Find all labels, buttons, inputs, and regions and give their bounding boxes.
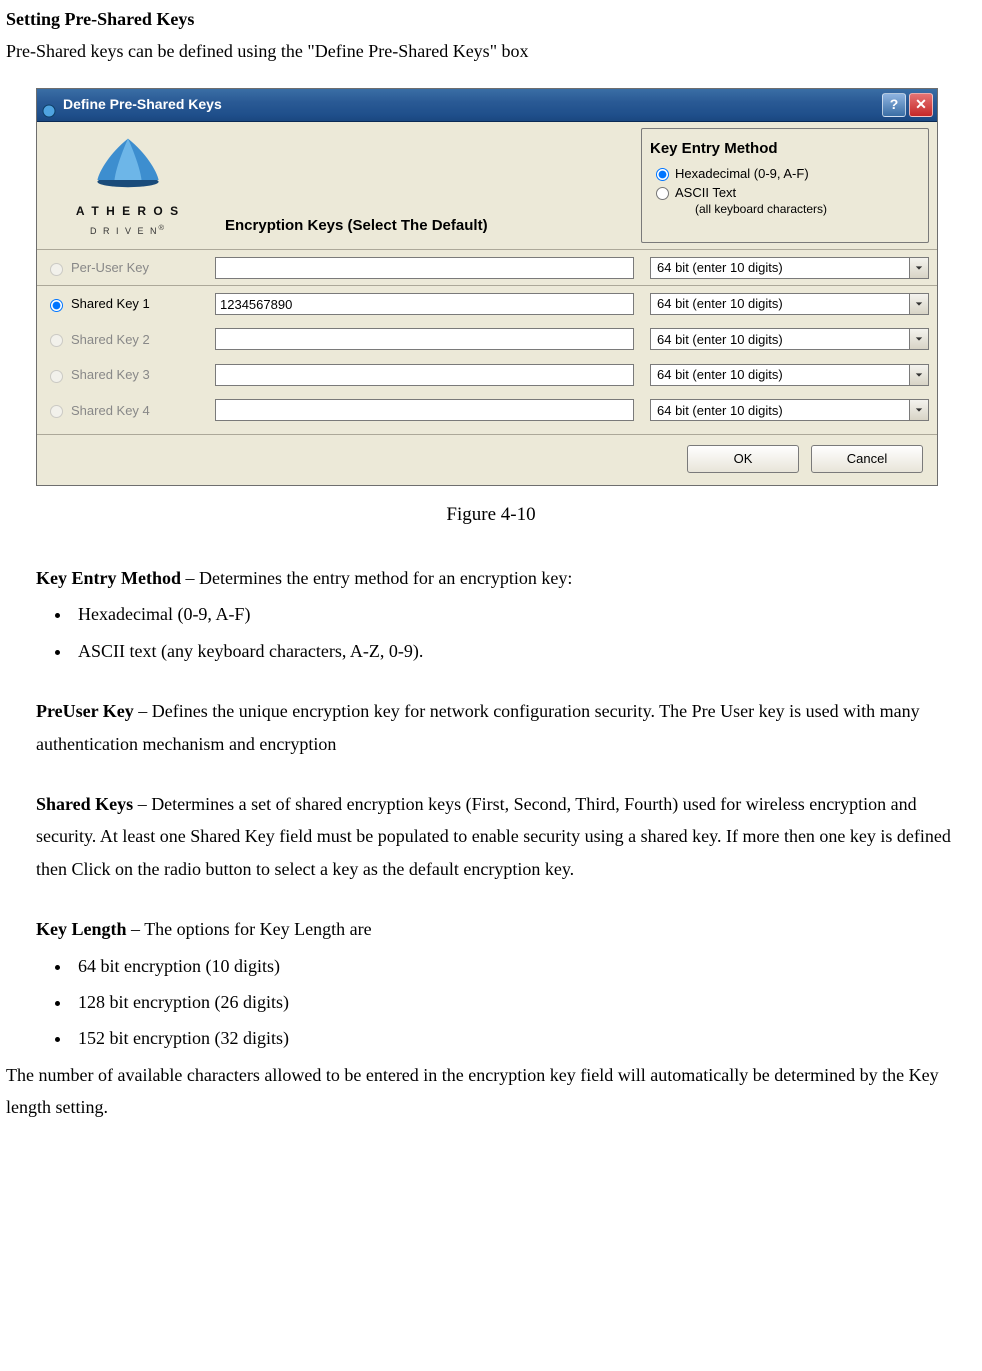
kem-section-label: Key Entry Method [36,568,181,588]
preuser-section-label: PreUser Key [36,701,134,721]
shared4-label-text: Shared Key 4 [71,399,150,422]
shared4-keylen-value: 64 bit (enter 10 digits) [657,399,783,422]
shared1-label-text: Shared Key 1 [71,292,150,315]
shared2-input[interactable] [215,328,634,350]
shared3-keylen-select[interactable]: 64 bit (enter 10 digits) [650,364,929,386]
radio-kem-hex[interactable] [656,168,669,181]
shared1-row-label: Shared Key 1 [37,286,207,321]
shared4-keylen-select[interactable]: 64 bit (enter 10 digits) [650,399,929,421]
radio-shared2 [50,334,63,347]
shared2-keylen-select[interactable]: 64 bit (enter 10 digits) [650,328,929,350]
logo-sub: D R I V E N® [43,221,213,239]
ok-button[interactable]: OK [687,445,799,473]
atheros-logo: A T H E R O S D R I V E N® [37,122,219,249]
radio-shared3 [50,370,63,383]
tail-note: The number of available characters allow… [6,1059,976,1124]
shared2-keylen-value: 64 bit (enter 10 digits) [657,328,783,351]
shared2-row-label: Shared Key 2 [37,322,207,357]
chevron-down-icon [909,258,928,278]
shared3-row-label: Shared Key 3 [37,357,207,392]
titlebar: Define Pre-Shared Keys ? ✕ [37,89,937,122]
app-icon [41,97,57,113]
intro-text: Pre-Shared keys can be defined using the… [6,35,976,67]
section-shared-keys: Shared Keys – Determines a set of shared… [36,788,976,885]
encryption-header: Encryption Keys (Select The Default) [225,212,488,243]
page-heading: Setting Pre-Shared Keys [6,8,976,31]
dialog-window: Define Pre-Shared Keys ? ✕ A T H E R O S… [36,88,938,486]
peruser-label-text: Per-User Key [71,256,149,279]
shared3-input[interactable] [215,364,634,386]
chevron-down-icon [909,294,928,314]
kem-title: Key Entry Method [650,135,920,162]
peruser-keylen-value: 64 bit (enter 10 digits) [657,256,783,279]
radio-shared4 [50,405,63,418]
shared3-label-text: Shared Key 3 [71,363,150,386]
list-item: Hexadecimal (0-9, A-F) [72,598,976,630]
chevron-down-icon [909,365,928,385]
radio-peruser [50,263,63,276]
cancel-button[interactable]: Cancel [811,445,923,473]
keylen-section-desc: – The options for Key Length are [127,919,372,939]
help-button[interactable]: ? [882,93,906,117]
peruser-keylen-select[interactable]: 64 bit (enter 10 digits) [650,257,929,279]
kem-section-desc: – Determines the entry method for an enc… [181,568,572,588]
shared1-input[interactable] [215,293,634,315]
shared4-row-label: Shared Key 4 [37,393,207,428]
keylen-section-label: Key Length [36,919,127,939]
section-key-length: Key Length – The options for Key Length … [36,913,976,1055]
logo-text: A T H E R O S [43,201,213,223]
shared3-keylen-value: 64 bit (enter 10 digits) [657,363,783,386]
radio-shared1[interactable] [50,299,63,312]
chevron-down-icon [909,400,928,420]
close-button[interactable]: ✕ [909,93,933,117]
label-kem-ascii: ASCII Text [675,185,736,200]
figure-caption: Figure 4-10 [6,498,976,532]
chevron-down-icon [909,329,928,349]
preuser-section-desc: – Defines the unique encryption key for … [36,701,920,753]
shared-section-label: Shared Keys [36,794,133,814]
dialog-body: A T H E R O S D R I V E N® Encryption Ke… [37,122,937,485]
label-kem-hex: Hexadecimal (0-9, A-F) [675,166,809,183]
label-kem-ascii-sub: (all keyboard characters) [695,202,827,218]
shared1-keylen-select[interactable]: 64 bit (enter 10 digits) [650,293,929,315]
radio-kem-ascii[interactable] [656,187,669,200]
shared1-keylen-value: 64 bit (enter 10 digits) [657,292,783,315]
shared-section-desc: – Determines a set of shared encryption … [36,794,951,879]
key-entry-method-group: Key Entry Method Hexadecimal (0-9, A-F) … [641,128,929,243]
peruser-row-label: Per-User Key [37,250,207,285]
shared2-label-text: Shared Key 2 [71,328,150,351]
list-item: ASCII text (any keyboard characters, A-Z… [72,635,976,667]
peruser-input[interactable] [215,257,634,279]
shared4-input[interactable] [215,399,634,421]
section-key-entry-method: Key Entry Method – Determines the entry … [36,562,976,667]
list-item: 128 bit encryption (26 digits) [72,986,976,1018]
section-preuser: PreUser Key – Defines the unique encrypt… [36,695,976,760]
titlebar-text: Define Pre-Shared Keys [63,92,879,117]
list-item: 64 bit encryption (10 digits) [72,950,976,982]
list-item: 152 bit encryption (32 digits) [72,1022,976,1054]
